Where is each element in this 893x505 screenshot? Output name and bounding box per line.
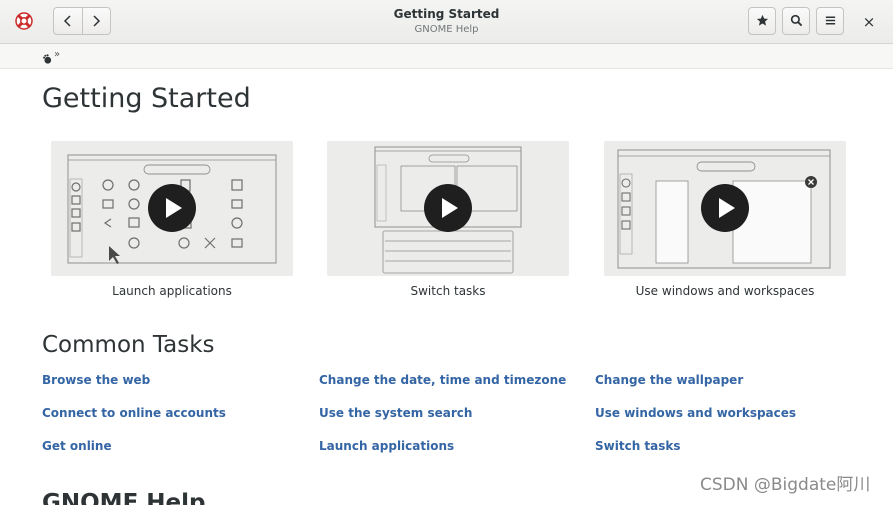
play-button[interactable] xyxy=(424,184,472,232)
chevron-right-icon xyxy=(91,12,101,31)
link-browse-the-web[interactable]: Browse the web xyxy=(42,373,150,388)
link-switch-tasks[interactable]: Switch tasks xyxy=(595,439,681,454)
common-tasks-heading: Common Tasks xyxy=(42,332,215,358)
breadcrumb-separator: » xyxy=(54,49,61,60)
video-caption: Use windows and workspaces xyxy=(635,284,815,298)
page-title: Getting Started xyxy=(42,83,251,114)
link-change-date-time-timezone[interactable]: Change the date, time and timezone xyxy=(319,373,566,388)
search-button[interactable] xyxy=(782,7,810,35)
gnome-help-heading[interactable]: GNOME Help xyxy=(42,488,205,505)
forward-button[interactable] xyxy=(81,8,110,34)
gnome-foot-icon[interactable] xyxy=(42,49,52,64)
chevron-left-icon xyxy=(63,12,73,31)
link-use-windows-workspaces[interactable]: Use windows and workspaces xyxy=(595,406,796,421)
close-button[interactable]: × xyxy=(860,13,878,31)
video-caption: Switch tasks xyxy=(410,284,486,298)
search-icon xyxy=(790,12,803,31)
link-launch-applications[interactable]: Launch applications xyxy=(319,439,454,454)
link-connect-online-accounts[interactable]: Connect to online accounts xyxy=(42,406,226,421)
link-change-wallpaper[interactable]: Change the wallpaper xyxy=(595,373,743,388)
play-button[interactable] xyxy=(701,184,749,232)
video-windows-workspaces[interactable] xyxy=(604,141,846,276)
breadcrumb xyxy=(0,44,893,69)
help-lifebuoy-icon xyxy=(15,12,33,30)
close-icon: × xyxy=(862,13,876,31)
main-menu-button[interactable] xyxy=(816,7,844,35)
play-button[interactable] xyxy=(148,184,196,232)
back-button[interactable] xyxy=(54,8,82,34)
link-use-system-search[interactable]: Use the system search xyxy=(319,406,472,421)
star-icon xyxy=(756,12,769,31)
header-bar: Getting Started GNOME Help × xyxy=(0,0,893,44)
navigation-buttons xyxy=(53,7,111,35)
watermark: CSDN @Bigdate阿川 xyxy=(700,475,871,495)
bookmark-button[interactable] xyxy=(748,7,776,35)
video-caption: Launch applications xyxy=(112,284,232,298)
video-switch-tasks[interactable] xyxy=(327,141,569,276)
link-get-online[interactable]: Get online xyxy=(42,439,112,454)
hamburger-menu-icon xyxy=(824,12,837,31)
video-launch-applications[interactable] xyxy=(51,141,293,276)
